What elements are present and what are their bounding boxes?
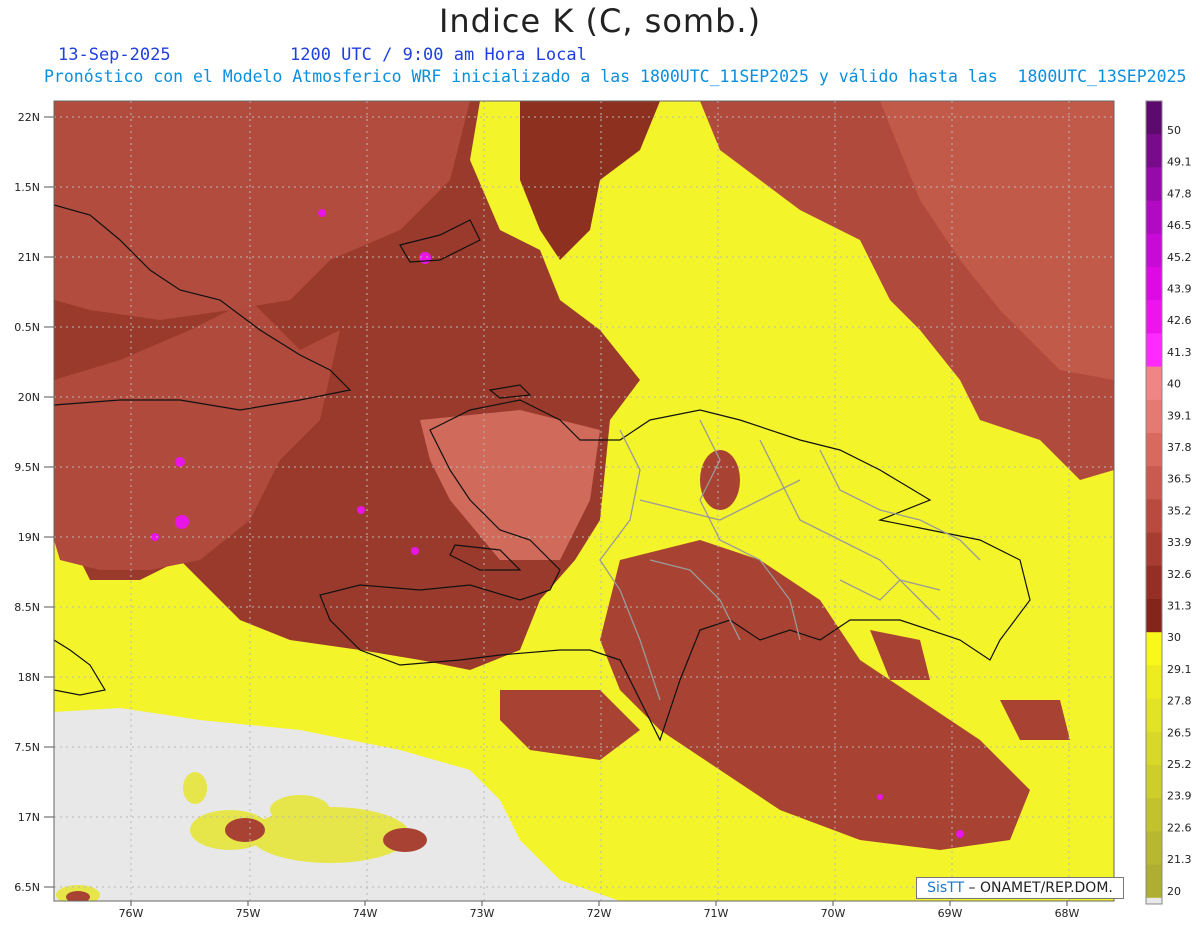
colorbar-swatch: [1146, 798, 1162, 832]
colorbar-label: 23.9: [1167, 790, 1192, 803]
colorbar-swatch: [1146, 665, 1162, 700]
lon-label: 76W: [119, 907, 144, 920]
lon-label: 73W: [470, 907, 495, 920]
colorbar-label: 42.6: [1167, 314, 1192, 327]
colorbar-label: 49.1: [1167, 156, 1192, 169]
colorbar-swatch: [1146, 134, 1162, 168]
colorbar-label: 50: [1167, 124, 1181, 137]
lon-label: 72W: [587, 907, 612, 920]
colorbar-label: 47.8: [1167, 187, 1192, 200]
colorbar-label: 40: [1167, 378, 1181, 391]
colorbar-label: 45.2: [1167, 251, 1192, 264]
colorbar: 50 49.1 47.8 46.5 45.2 43.9 42.6 41.3 40 39.1 37.8…: [1145, 100, 1192, 905]
colorbar-swatch: [1146, 698, 1162, 733]
colorbar-swatch: [1146, 300, 1162, 334]
colorbar-label: 43.9: [1167, 283, 1192, 296]
lat-label: 19N: [18, 531, 40, 544]
colorbar-swatch: [1146, 499, 1162, 534]
colorbar-swatch: [1146, 399, 1162, 434]
colorbar-swatch: [1146, 200, 1162, 235]
longitude-labels: 76W 75W 74W 73W 72W 71W 70W 69W 68W: [119, 901, 1080, 920]
colorbar-label: 22.6: [1167, 821, 1192, 834]
colorbar-label: 31.3: [1167, 600, 1192, 613]
colorbar-label: 27.8: [1167, 695, 1192, 708]
colorbar-swatch: [1146, 267, 1162, 301]
lon-label: 71W: [704, 907, 729, 920]
lat-label: 9.5N: [14, 461, 40, 474]
lat-label: 7.5N: [14, 741, 40, 754]
colorbar-label: 33.9: [1167, 536, 1192, 549]
colorbar-swatch: [1146, 831, 1162, 866]
colorbar-swatch: [1146, 565, 1162, 600]
lat-label: 6.5N: [14, 881, 40, 894]
lat-label: 18N: [18, 671, 40, 684]
lon-label: 70W: [821, 907, 846, 920]
shaded-field: [54, 101, 1114, 901]
colorbar-label: 20: [1167, 885, 1181, 898]
lat-label: 8.5N: [14, 601, 40, 614]
colorbar-nodata-swatch: [1146, 897, 1162, 904]
colorbar-swatch: [1146, 864, 1162, 899]
lat-label: 20N: [18, 391, 40, 404]
lat-label: 0.5N: [14, 321, 40, 334]
latitude-labels: 22N 1.5N 21N 0.5N 20N 9.5N 19N 8.5N 18N 7.5N 17N 6.…: [14, 111, 54, 894]
lon-label: 75W: [236, 907, 261, 920]
colorbar-swatch: [1146, 532, 1162, 567]
lon-label: 74W: [353, 907, 378, 920]
lat-label: 21N: [18, 251, 40, 264]
colorbar-label: 29.1: [1167, 663, 1192, 676]
colorbar-swatch: [1146, 765, 1162, 799]
colorbar-label: 39.1: [1167, 409, 1192, 422]
colorbar-label: 32.6: [1167, 568, 1192, 581]
colorbar-label: 21.3: [1167, 853, 1192, 866]
colorbar-label: 25.2: [1167, 758, 1192, 771]
k-index-map: 22N 1.5N 21N 0.5N 20N 9.5N 19N 8.5N 18N 7.5N 17N 6.…: [14, 100, 1192, 920]
credit-text: – ONAMET/REP.DOM.: [968, 880, 1113, 896]
lat-label: 17N: [18, 811, 40, 824]
colorbar-swatch: [1146, 233, 1162, 268]
lon-label: 68W: [1055, 907, 1080, 920]
colorbar-swatch: [1146, 101, 1162, 135]
lat-label: 22N: [18, 111, 40, 124]
colorbar-label: 30: [1167, 631, 1181, 644]
colorbar-swatch: [1146, 632, 1162, 666]
colorbar-label: 41.3: [1167, 346, 1192, 359]
colorbar-label: 46.5: [1167, 219, 1192, 232]
lon-label: 69W: [938, 907, 963, 920]
credit-box: SisTT – ONAMET/REP.DOM.: [916, 877, 1124, 899]
lat-label: 1.5N: [14, 181, 40, 194]
colorbar-swatch: [1146, 599, 1162, 633]
colorbar-swatch: [1146, 466, 1162, 500]
colorbar-swatch: [1146, 433, 1162, 467]
colorbar-label: 37.8: [1167, 441, 1192, 454]
colorbar-label: 35.2: [1167, 504, 1192, 517]
sistt-logo: SisTT: [927, 880, 965, 896]
colorbar-swatch: [1146, 366, 1162, 401]
colorbar-swatch: [1146, 333, 1162, 368]
colorbar-swatch: [1146, 167, 1162, 202]
colorbar-label: 26.5: [1167, 726, 1192, 739]
colorbar-label: 36.5: [1167, 473, 1192, 486]
colorbar-swatch: [1146, 731, 1162, 766]
